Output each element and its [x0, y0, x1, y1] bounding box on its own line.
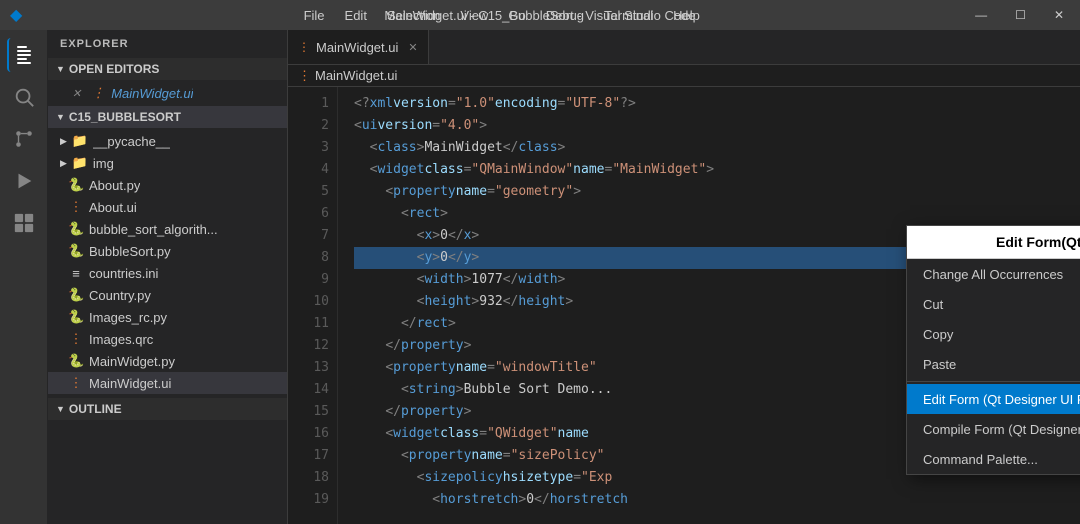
edit-form-label: Edit Form (Qt Designer UI File) [923, 392, 1080, 407]
file-name-mainwidget-py: MainWidget.py [89, 354, 175, 369]
ui-file-icon: ⋮ [90, 85, 106, 101]
file-mainwidget-ui[interactable]: ⋮ MainWidget.ui [48, 372, 287, 394]
file-bubblesort-py[interactable]: 🐍 BubbleSort.py [48, 240, 287, 262]
change-all-label: Change All Occurrences [923, 267, 1063, 282]
close-button[interactable]: ✕ [1048, 6, 1070, 24]
open-editors-filename: MainWidget.ui [111, 86, 193, 101]
open-editors-tree: ✕ ⋮ MainWidget.ui [48, 80, 287, 106]
context-separator [907, 381, 1080, 382]
qrc-icon: ⋮ [68, 331, 84, 347]
outline-label: OUTLINE [69, 402, 122, 416]
context-menu-header: Edit Form(Qt Designer UI File) [907, 226, 1080, 259]
folder-pycache[interactable]: ▶ 📁 __pycache__ [48, 130, 287, 152]
command-palette-label: Command Palette... [923, 452, 1038, 467]
window-title: MainWidget.ui - C15_BubbleSort - Visual … [384, 8, 695, 23]
sidebar: EXPLORER ▼ OPEN EDITORS ✕ ⋮ MainWidget.u… [48, 30, 288, 524]
folder-name-pycache: __pycache__ [93, 134, 170, 149]
outline-header[interactable]: ▼ OUTLINE [48, 398, 287, 420]
explorer-activity-icon[interactable] [7, 38, 41, 72]
folder-arrow: ▶ [60, 136, 67, 147]
py-icon-bsa: 🐍 [68, 221, 84, 237]
source-control-activity-icon[interactable] [7, 122, 41, 156]
window-controls: — ☐ ✕ [969, 6, 1070, 24]
compile-form-label: Compile Form (Qt Designer UI File) into … [923, 422, 1080, 437]
file-country-py[interactable]: 🐍 Country.py [48, 284, 287, 306]
copy-label: Copy [923, 327, 953, 342]
open-editors-label: OPEN EDITORS [69, 62, 159, 76]
context-item-compile-form[interactable]: Compile Form (Qt Designer UI File) into … [907, 414, 1080, 444]
py-icon-irc: 🐍 [68, 309, 84, 325]
outline-triangle: ▼ [56, 404, 65, 414]
folder-img[interactable]: ▶ 📁 img [48, 152, 287, 174]
outline-section: ▼ OUTLINE [48, 398, 287, 420]
main-layout: EXPLORER ▼ OPEN EDITORS ✕ ⋮ MainWidget.u… [0, 30, 1080, 524]
context-item-edit-form[interactable]: Edit Form (Qt Designer UI File) [907, 384, 1080, 414]
file-name-images-qrc: Images.qrc [89, 332, 153, 347]
file-name-countries: countries.ini [89, 266, 158, 281]
project-section: ▼ C15_BUBBLESORT ▶ 📁 __pycache__ ▶ 📁 img… [48, 106, 287, 396]
open-editors-section: ▼ OPEN EDITORS ✕ ⋮ MainWidget.ui [48, 58, 287, 106]
maximize-button[interactable]: ☐ [1009, 6, 1032, 24]
paste-label: Paste [923, 357, 956, 372]
project-label: C15_BUBBLESORT [69, 110, 181, 124]
explorer-header: EXPLORER [48, 30, 287, 58]
file-about-ui[interactable]: ⋮ About.ui [48, 196, 287, 218]
titlebar-left: ◆ [10, 5, 30, 25]
menu-file[interactable]: File [296, 6, 333, 25]
close-icon[interactable]: ✕ [72, 87, 81, 100]
context-item-command-palette[interactable]: Command Palette... Ctrl+Shift+P [907, 444, 1080, 474]
file-name-country: Country.py [89, 288, 151, 303]
menu-edit[interactable]: Edit [337, 6, 375, 25]
run-activity-icon[interactable] [7, 164, 41, 198]
file-bubblesort-alg[interactable]: 🐍 bubble_sort_algorith... [48, 218, 287, 240]
file-name-mainwidget-ui: MainWidget.ui [89, 376, 171, 391]
folder-icon-img: 📁 [72, 155, 88, 171]
ui-icon-about: ⋮ [68, 199, 84, 215]
context-item-paste[interactable]: Paste Ctrl+V [907, 349, 1080, 379]
search-activity-icon[interactable] [7, 80, 41, 114]
cut-label: Cut [923, 297, 943, 312]
py-icon-mw: 🐍 [68, 353, 84, 369]
vscode-logo: ◆ [10, 5, 22, 25]
titlebar: ◆ File Edit Selection View Go Debug Term… [0, 0, 1080, 30]
context-menu: Edit Form(Qt Designer UI File) Change Al… [906, 225, 1080, 475]
file-images-rc-py[interactable]: 🐍 Images_rc.py [48, 306, 287, 328]
py-icon-country: 🐍 [68, 287, 84, 303]
file-name-about-py: About.py [89, 178, 140, 193]
py-file-icon: 🐍 [68, 177, 84, 193]
folder-name-img: img [93, 156, 114, 171]
folder-icon: 📁 [72, 133, 88, 149]
file-countries-ini[interactable]: ≡ countries.ini [48, 262, 287, 284]
ui-icon-mw: ⋮ [68, 375, 84, 391]
context-menu-overlay: Edit Form(Qt Designer UI File) Change Al… [288, 30, 1080, 524]
minimize-button[interactable]: — [969, 6, 993, 24]
open-editors-file-mainwidget[interactable]: ✕ ⋮ MainWidget.ui [48, 82, 287, 104]
context-item-cut[interactable]: Cut Ctrl+X [907, 289, 1080, 319]
project-tree: ▶ 📁 __pycache__ ▶ 📁 img 🐍 About.py ⋮ Abo… [48, 128, 287, 396]
file-name-images-rc: Images_rc.py [89, 310, 167, 325]
project-triangle: ▼ [56, 112, 65, 122]
extensions-activity-icon[interactable] [7, 206, 41, 240]
file-name-about-ui: About.ui [89, 200, 137, 215]
activity-bar [0, 30, 48, 524]
ini-icon: ≡ [68, 266, 84, 281]
context-item-change-all[interactable]: Change All Occurrences Ctrl+F2 [907, 259, 1080, 289]
project-header[interactable]: ▼ C15_BUBBLESORT [48, 106, 287, 128]
file-mainwidget-py[interactable]: 🐍 MainWidget.py [48, 350, 287, 372]
context-item-copy[interactable]: Copy Ctrl+C [907, 319, 1080, 349]
file-images-qrc[interactable]: ⋮ Images.qrc [48, 328, 287, 350]
file-name-bsa: bubble_sort_algorith... [89, 222, 218, 237]
py-icon-bs: 🐍 [68, 243, 84, 259]
file-about-py[interactable]: 🐍 About.py [48, 174, 287, 196]
open-editors-triangle: ▼ [56, 64, 65, 74]
open-editors-header[interactable]: ▼ OPEN EDITORS [48, 58, 287, 80]
file-name-bs: BubbleSort.py [89, 244, 171, 259]
folder-arrow-img: ▶ [60, 158, 67, 169]
editor-area: ⋮ MainWidget.ui ✕ ⋮ MainWidget.ui 1 2 3 … [288, 30, 1080, 524]
